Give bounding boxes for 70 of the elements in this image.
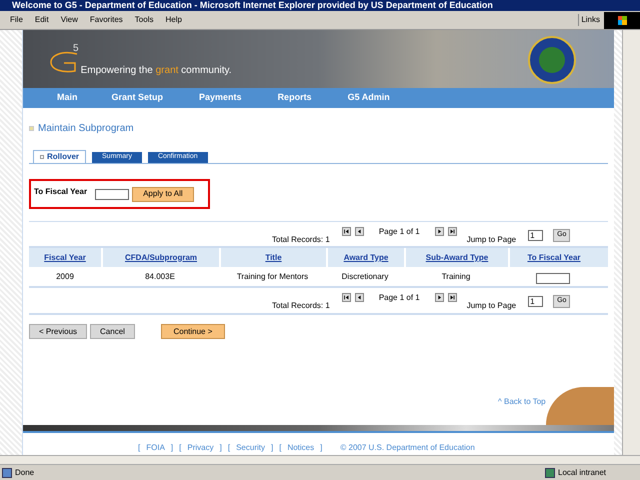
windows-logo-icon — [604, 12, 640, 28]
menu-item[interactable]: View — [60, 14, 78, 26]
footer-bracket: [ — [279, 442, 282, 454]
vertical-scrollbar[interactable] — [622, 30, 640, 455]
logo-superscript: 5 — [73, 42, 79, 56]
menu-item[interactable]: Favorites — [90, 14, 123, 26]
page-number-field[interactable]: 1 — [528, 230, 544, 241]
window-title: Welcome to G5 - Department of Education - Microsoft Internet Explorer provided by US Department of Education — [0, 0, 640, 11]
footer-bracket: ] — [270, 442, 274, 454]
intranet-icon — [545, 468, 555, 478]
previous-page-icon[interactable] — [354, 293, 364, 302]
previous-page-icon[interactable] — [354, 227, 364, 236]
footer-bracket: [ — [138, 442, 140, 454]
table-cell-text: Training — [440, 270, 472, 282]
jump-to-page-label: Jump to Page — [466, 300, 516, 312]
footer-link[interactable]: Privacy — [187, 442, 214, 454]
form-button[interactable]: Continue > — [160, 324, 225, 339]
page-title: Maintain Subprogram — [38, 122, 134, 136]
jump-to-page-label: Jump to Page — [466, 234, 516, 246]
next-page-icon[interactable] — [434, 293, 444, 302]
column-header-link[interactable]: Fiscal Year — [44, 252, 86, 264]
department-seal — [528, 36, 576, 84]
page-indicator: Page 1 of 1 — [378, 292, 420, 304]
column-header-link[interactable]: To Fiscal Year — [527, 252, 581, 264]
fiscal-year-field[interactable] — [95, 188, 130, 200]
page-indicator: Page 1 of 1 — [378, 226, 420, 238]
zone-text: Local intranet — [558, 466, 608, 478]
copyright-text: © 2007 U.S. Department of Education — [340, 442, 475, 454]
photo-placeholder — [546, 387, 614, 425]
footer-bracket: [ — [228, 442, 230, 454]
menu-item[interactable]: Help — [165, 14, 182, 26]
horizontal-scrollbar[interactable] — [0, 455, 640, 465]
links-label[interactable]: Links — [578, 14, 600, 26]
tab[interactable]: Rollover — [33, 150, 86, 163]
footer-link[interactable]: FOIA — [146, 442, 165, 454]
fiscal-year-label: To Fiscal Year — [34, 186, 88, 198]
tagline: Empowering the grant community. — [80, 64, 232, 78]
menu-item[interactable]: Edit — [34, 14, 49, 26]
footer-bracket: ] — [320, 442, 322, 454]
total-records: Total Records: 1 — [272, 300, 330, 312]
status-text: Done — [15, 466, 34, 478]
first-page-icon[interactable] — [342, 293, 351, 302]
table-cell-text: 2009 — [55, 270, 75, 282]
table-cell-text: 84.003E — [144, 270, 176, 282]
back-to-top-link[interactable]: ^ Back to Top — [498, 396, 546, 408]
table-cell-text: Training for Mentors — [236, 270, 310, 282]
next-page-icon[interactable] — [434, 227, 444, 236]
column-header-link[interactable]: Sub-Award Type — [426, 252, 488, 264]
bullet-icon — [29, 126, 34, 131]
apply-to-all-button[interactable]: Apply to All — [132, 186, 194, 202]
page-number-field[interactable]: 1 — [528, 296, 544, 307]
total-records: Total Records: 1 — [272, 234, 330, 246]
first-page-icon[interactable] — [342, 227, 351, 236]
footer-bracket: ] — [220, 442, 222, 454]
footer-bracket: [ — [179, 442, 182, 454]
footer-link[interactable]: Notices — [287, 442, 314, 454]
column-header-link[interactable]: CFDA/Subprogram — [125, 252, 197, 264]
to-fiscal-year-field[interactable] — [536, 273, 570, 284]
page-icon — [2, 468, 12, 478]
footer-bracket: ] — [170, 442, 174, 454]
menu-item[interactable]: Tools — [134, 14, 154, 26]
column-header-link[interactable]: Award Type — [344, 252, 388, 264]
last-page-icon[interactable] — [448, 293, 457, 302]
menu-item[interactable]: File — [10, 14, 23, 26]
form-button[interactable]: < Previous — [29, 324, 88, 339]
last-page-icon[interactable] — [448, 227, 457, 236]
footer-link[interactable]: Security — [236, 442, 265, 454]
table-cell-text: Discretionary — [340, 270, 390, 282]
column-header-link[interactable]: Title — [265, 252, 282, 264]
form-button[interactable]: Cancel — [90, 324, 135, 339]
